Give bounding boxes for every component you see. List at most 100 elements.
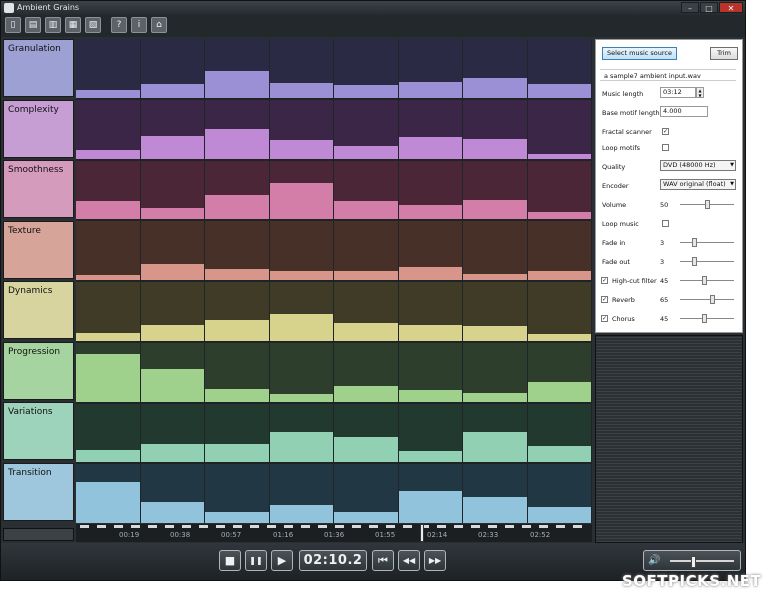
grid-cell[interactable]: [463, 221, 528, 280]
export-icon[interactable]: ▧: [85, 17, 101, 33]
grid-cell[interactable]: [205, 403, 270, 463]
maximize-button[interactable]: □: [700, 2, 718, 13]
grid-cell[interactable]: [140, 282, 205, 341]
grid-cell[interactable]: [334, 99, 399, 159]
grid-cell[interactable]: [398, 39, 463, 98]
param-label-progression[interactable]: Progression: [3, 341, 74, 400]
grid-cell[interactable]: [334, 160, 399, 220]
grid-cell[interactable]: [269, 464, 334, 523]
grid-cell[interactable]: [269, 160, 334, 220]
grid-cell[interactable]: [76, 403, 141, 463]
help-icon[interactable]: ?: [111, 17, 127, 33]
grid-cell[interactable]: [463, 99, 528, 159]
close-button[interactable]: ✕: [719, 2, 743, 13]
play-button[interactable]: ▶: [271, 550, 293, 571]
fade-in-slider-thumb[interactable]: [692, 238, 698, 247]
stop-button[interactable]: ■: [219, 550, 241, 571]
grid-cell[interactable]: [334, 282, 399, 341]
param-label-complexity[interactable]: Complexity: [3, 99, 74, 158]
info-icon[interactable]: i: [131, 17, 147, 33]
fade-out-slider[interactable]: [680, 257, 734, 266]
reverb-slider-thumb[interactable]: [710, 295, 716, 304]
param-label-transition[interactable]: Transition: [3, 462, 74, 521]
grid-cell[interactable]: [269, 99, 334, 159]
grid-cell[interactable]: [205, 99, 270, 159]
fade-out-slider-thumb[interactable]: [692, 257, 698, 266]
grid-cell[interactable]: [334, 342, 399, 402]
grid-cell[interactable]: [527, 39, 592, 98]
grid-cell[interactable]: [140, 99, 205, 159]
reverb-checkbox[interactable]: ✓: [601, 296, 608, 303]
save-icon[interactable]: ▥: [45, 17, 61, 33]
playhead[interactable]: [419, 524, 424, 542]
grid-cell[interactable]: [527, 403, 592, 463]
grid-cell[interactable]: [527, 342, 592, 402]
param-label-dynamics[interactable]: Dynamics: [3, 281, 74, 339]
grid-cell[interactable]: [76, 160, 141, 220]
grid-cell[interactable]: [140, 221, 205, 280]
grid-cell[interactable]: [527, 221, 592, 280]
grid-cell[interactable]: [205, 282, 270, 341]
grid-cell[interactable]: [140, 342, 205, 402]
grid-cell[interactable]: [269, 403, 334, 463]
grid-cell[interactable]: [269, 282, 334, 341]
new-icon[interactable]: ▯: [5, 17, 21, 33]
grid-cell[interactable]: [205, 464, 270, 523]
grid-cell[interactable]: [76, 99, 141, 159]
param-label-texture[interactable]: Texture: [3, 220, 74, 279]
grid-cell[interactable]: [76, 221, 141, 280]
param-label-granulation[interactable]: Granulation: [3, 39, 74, 97]
loop-music-checkbox[interactable]: [662, 220, 669, 227]
grid-cell[interactable]: [269, 39, 334, 98]
grid-cell[interactable]: [205, 160, 270, 220]
open-icon[interactable]: ▤: [25, 17, 41, 33]
grid-cell[interactable]: [334, 221, 399, 280]
grid-cell[interactable]: [205, 221, 270, 280]
grid-cell[interactable]: [140, 160, 205, 220]
encoder-select[interactable]: WAV original (float) ▼: [660, 179, 736, 190]
grid-cell[interactable]: [398, 99, 463, 159]
quality-select[interactable]: DVD (48000 Hz) ▼: [660, 160, 736, 171]
grid-cell[interactable]: [334, 464, 399, 523]
master-volume-thumb[interactable]: [690, 556, 696, 568]
loop-motifs-checkbox[interactable]: [662, 144, 669, 151]
select-music-source-button[interactable]: Select music source: [602, 47, 677, 60]
timeline[interactable]: 00:19 00:38 00:57 01:16 01:36 01:55 02:1…: [76, 524, 592, 542]
grid-cell[interactable]: [398, 464, 463, 523]
grid-cell[interactable]: [269, 342, 334, 402]
grid-cell[interactable]: [140, 403, 205, 463]
volume-slider-thumb[interactable]: [704, 200, 710, 209]
grid-cell[interactable]: [527, 99, 592, 159]
minimize-button[interactable]: –: [681, 2, 699, 13]
grid-cell[interactable]: [398, 403, 463, 463]
grid-cell[interactable]: [463, 403, 528, 463]
grid-cell[interactable]: [463, 160, 528, 220]
grid-cell[interactable]: [140, 464, 205, 523]
grid-cell[interactable]: [140, 39, 205, 98]
param-label-smoothness[interactable]: Smoothness: [3, 160, 74, 218]
grid-cell[interactable]: [205, 39, 270, 98]
grid-cell[interactable]: [398, 160, 463, 220]
pause-button[interactable]: ❚❚: [245, 550, 267, 571]
grid-cell[interactable]: [398, 221, 463, 280]
volume-slider[interactable]: [680, 200, 734, 209]
master-volume-slider[interactable]: [670, 556, 734, 568]
grid-cell[interactable]: [463, 342, 528, 402]
grid-cell[interactable]: [527, 464, 592, 523]
fast-forward-button[interactable]: ▶▶: [424, 550, 446, 571]
home-icon[interactable]: ⌂: [151, 17, 167, 33]
speaker-icon[interactable]: 🔊: [648, 555, 660, 567]
grid-cell[interactable]: [76, 464, 141, 523]
chorus-checkbox[interactable]: ✓: [601, 315, 608, 322]
reverb-slider[interactable]: [680, 295, 734, 304]
grid-cell[interactable]: [527, 160, 592, 220]
music-length-spinner[interactable]: ▲ ▼: [696, 87, 704, 98]
grid-cell[interactable]: [398, 282, 463, 341]
high-cut-slider[interactable]: [680, 276, 734, 285]
trim-button[interactable]: Trim: [710, 47, 738, 60]
param-label-variations[interactable]: Variations: [3, 402, 74, 460]
high-cut-checkbox[interactable]: ✓: [601, 277, 608, 284]
grid-cell[interactable]: [76, 282, 141, 341]
base-motif-input[interactable]: 4.000: [660, 106, 708, 117]
grid-cell[interactable]: [76, 342, 141, 402]
